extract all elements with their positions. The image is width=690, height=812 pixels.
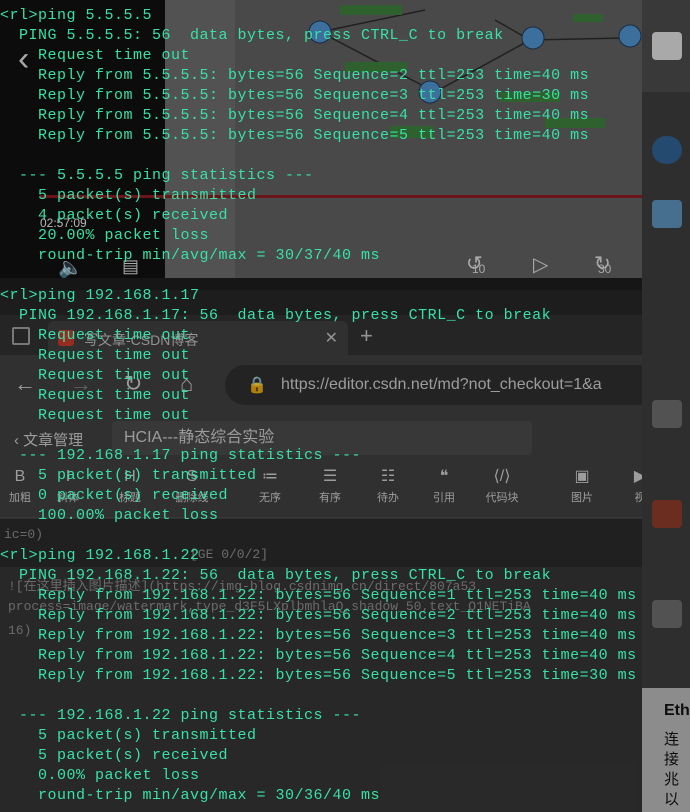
terminal-line: Request time out: [0, 387, 191, 404]
terminal-line: Reply from 5.5.5.5: bytes=56 Sequence=2 …: [0, 67, 590, 84]
terminal-line: Request time out: [0, 47, 191, 64]
terminal-line: 5 packet(s) received: [0, 747, 229, 764]
terminal-line: Request time out: [0, 347, 191, 364]
terminal-line: PING 192.168.1.17: 56 data bytes, press …: [0, 307, 552, 324]
terminal-line: 5 packet(s) transmitted: [0, 187, 257, 204]
terminal-line: Request time out: [0, 407, 191, 424]
terminal-line: Reply from 192.168.1.22: bytes=56 Sequen…: [0, 587, 637, 604]
terminal-line: --- 192.168.1.22 ping statistics ---: [0, 707, 362, 724]
terminal-line: Reply from 192.168.1.22: bytes=56 Sequen…: [0, 647, 637, 664]
terminal-line: 0.00% packet loss: [0, 767, 200, 784]
terminal-line: Reply from 192.168.1.22: bytes=56 Sequen…: [0, 667, 637, 684]
terminal-line: <rl>ping 192.168.1.22: [0, 547, 200, 564]
terminal-line: 5 packet(s) transmitted: [0, 727, 257, 744]
terminal-line: PING 5.5.5.5: 56 data bytes, press CTRL_…: [0, 27, 504, 44]
terminal-line: 0 packet(s) received: [0, 487, 229, 504]
terminal-line: --- 192.168.1.17 ping statistics ---: [0, 447, 362, 464]
terminal-line: 20.00% packet loss: [0, 227, 210, 244]
terminal-line: 4 packet(s) received: [0, 207, 229, 224]
terminal-line: Reply from 5.5.5.5: bytes=56 Sequence=5 …: [0, 127, 590, 144]
terminal-line: round-trip min/avg/max = 30/36/40 ms: [0, 787, 381, 804]
terminal-line: Request time out: [0, 327, 191, 344]
terminal-line: round-trip min/avg/max = 30/37/40 ms: [0, 247, 381, 264]
terminal-line: Reply from 5.5.5.5: bytes=56 Sequence=4 …: [0, 107, 590, 124]
terminal-line: <rl>ping 192.168.1.17: [0, 287, 200, 304]
terminal-console[interactable]: <rl>ping 5.5.5.5 PING 5.5.5.5: 56 data b…: [0, 0, 690, 812]
terminal-line: PING 192.168.1.22: 56 data bytes, press …: [0, 567, 552, 584]
terminal-line: 5 packet(s) transmitted: [0, 467, 257, 484]
terminal-line: --- 5.5.5.5 ping statistics ---: [0, 167, 314, 184]
terminal-line: Reply from 5.5.5.5: bytes=56 Sequence=3 …: [0, 87, 590, 104]
terminal-line: <rl>ping 5.5.5.5: [0, 7, 153, 24]
terminal-line: 100.00% packet loss: [0, 507, 219, 524]
terminal-line: Request time out: [0, 367, 191, 384]
terminal-line: Reply from 192.168.1.22: bytes=56 Sequen…: [0, 607, 637, 624]
terminal-line: Reply from 192.168.1.22: bytes=56 Sequen…: [0, 627, 637, 644]
